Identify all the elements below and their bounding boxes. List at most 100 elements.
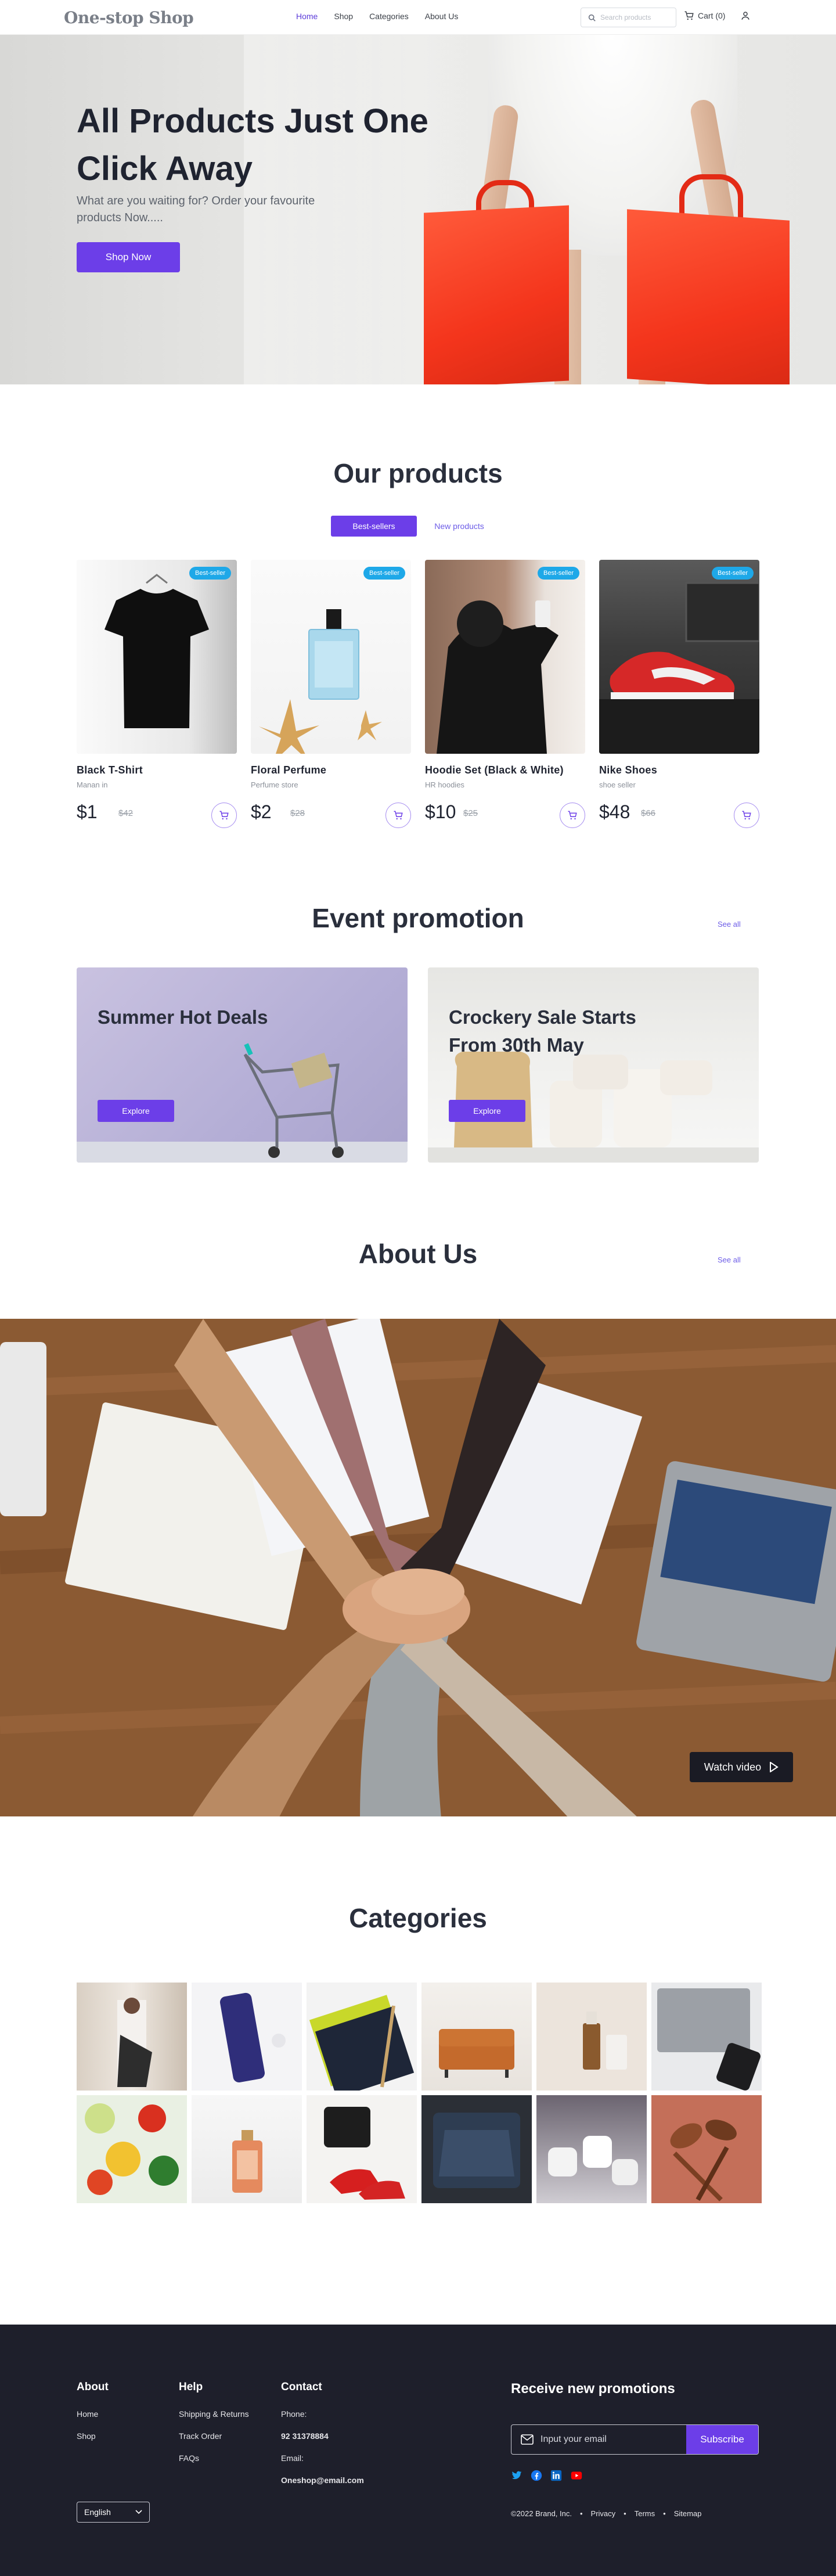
chevron-down-icon xyxy=(135,2510,142,2514)
explore-button[interactable]: Explore xyxy=(98,1100,174,1122)
search-input[interactable] xyxy=(600,13,670,21)
category-kitchenware[interactable] xyxy=(651,2095,762,2203)
footer-link-faqs[interactable]: FAQs xyxy=(179,2453,199,2463)
add-to-cart-button[interactable] xyxy=(734,803,759,828)
youtube-icon[interactable] xyxy=(570,2470,583,2481)
category-shoes-bags[interactable] xyxy=(307,2095,417,2203)
category-electronics[interactable] xyxy=(651,1983,762,2091)
footer-email-value[interactable]: Oneshop@email.com xyxy=(281,2476,364,2485)
product-card[interactable]: Best-seller Floral Perfume Perfume store… xyxy=(251,560,411,833)
search-icon xyxy=(588,14,596,21)
hero-banner: All Products Just One Click Away What ar… xyxy=(0,35,836,384)
bullet-separator: • xyxy=(579,2509,583,2518)
twitter-icon[interactable] xyxy=(511,2470,522,2481)
events-see-all-link[interactable]: See all xyxy=(718,920,741,929)
groceries-illustration xyxy=(85,2103,179,2195)
denim-illustration xyxy=(433,2113,520,2188)
crockery-illustration xyxy=(428,1052,759,1163)
cart-icon xyxy=(394,811,403,820)
shop-now-button[interactable]: Shop Now xyxy=(77,242,180,272)
tab-new-products[interactable]: New products xyxy=(421,516,497,537)
beauty-illustration xyxy=(583,2012,627,2070)
cart-button[interactable]: Cart (0) xyxy=(684,10,725,21)
footer-link-track-order[interactable]: Track Order xyxy=(179,2431,222,2441)
nav-link-shop[interactable]: Shop xyxy=(334,12,353,21)
language-value: English xyxy=(84,2507,111,2517)
hoodie-illustration xyxy=(437,600,558,754)
footer-about-heading: About xyxy=(77,2381,109,2393)
play-icon xyxy=(770,1762,779,1772)
event-card-crockery[interactable]: Crockery Sale Starts From 30th May Explo… xyxy=(428,967,759,1163)
user-account-button[interactable] xyxy=(740,10,751,24)
user-icon xyxy=(741,12,749,20)
best-seller-badge: Best-seller xyxy=(363,567,405,580)
cart-icon xyxy=(219,811,229,820)
footer-phone-value: 92 31378884 xyxy=(281,2431,329,2441)
best-seller-badge: Best-seller xyxy=(189,567,231,580)
skincare-illustration xyxy=(219,1992,286,2082)
category-denim[interactable] xyxy=(421,2095,532,2203)
footer-link-home[interactable]: Home xyxy=(77,2409,98,2419)
footer-link-shop[interactable]: Shop xyxy=(77,2431,96,2441)
explore-button[interactable]: Explore xyxy=(449,1100,525,1122)
shoes-bags-illustration xyxy=(324,2107,405,2200)
hero-title: All Products Just One Click Away xyxy=(77,102,428,188)
category-furniture[interactable] xyxy=(421,1983,532,2091)
category-groceries[interactable] xyxy=(77,2095,187,2203)
sitemap-link[interactable]: Sitemap xyxy=(674,2509,702,2518)
privacy-link[interactable]: Privacy xyxy=(591,2509,616,2518)
terms-link[interactable]: Terms xyxy=(635,2509,655,2518)
red-shopping-bag-right xyxy=(627,209,790,384)
newsletter-form: Subscribe xyxy=(511,2424,759,2455)
footer-phone-label: Phone: xyxy=(281,2409,307,2419)
footer-email-label: Email: xyxy=(281,2453,304,2463)
newsletter-email-input[interactable] xyxy=(534,2434,686,2445)
brand-logo[interactable]: One-stop Shop xyxy=(64,8,194,27)
category-fashion[interactable] xyxy=(77,1983,187,2091)
product-card[interactable]: Best-seller Black T-Shirt Manan in $1 $4… xyxy=(77,560,237,833)
nav-link-home[interactable]: Home xyxy=(296,12,318,21)
product-card[interactable]: Best-seller Nike Shoes shoe seller $48 $… xyxy=(599,560,759,833)
hero-subtitle: What are you waiting for? Order your fav… xyxy=(77,195,315,224)
shoes-illustration xyxy=(599,582,759,754)
team-hands-illustration xyxy=(0,1319,836,1816)
product-name: Hoodie Set (Black & White) xyxy=(425,764,564,776)
add-to-cart-button[interactable] xyxy=(211,803,237,828)
category-stationery[interactable] xyxy=(307,1983,417,2091)
linkedin-icon[interactable] xyxy=(550,2470,562,2481)
event-card-summer[interactable]: Summer Hot Deals Explore xyxy=(77,967,408,1163)
event-title: Summer Hot Deals xyxy=(98,1006,268,1028)
category-skincare[interactable] xyxy=(192,1983,302,2091)
product-old-price: $66 xyxy=(641,808,656,818)
copyright-text: ©2022 Brand, Inc. xyxy=(511,2509,572,2518)
add-to-cart-button[interactable] xyxy=(560,803,585,828)
events-title: Event promotion xyxy=(312,903,524,933)
perfume-illustration xyxy=(259,609,382,754)
footer-contact-heading: Contact xyxy=(281,2381,322,2393)
product-card[interactable]: Best-seller Hoodie Set (Black & White) H… xyxy=(425,560,585,833)
product-price: $10 xyxy=(425,801,456,822)
subscribe-button[interactable]: Subscribe xyxy=(686,2425,758,2454)
category-beauty[interactable] xyxy=(536,1983,647,2091)
product-old-price: $25 xyxy=(463,808,478,818)
about-see-all-link[interactable]: See all xyxy=(718,1255,741,1264)
nav-link-about-us[interactable]: About Us xyxy=(425,12,459,21)
tab-best-sellers[interactable]: Best-sellers xyxy=(331,516,417,537)
search-box xyxy=(581,8,676,27)
cart-icon xyxy=(684,11,694,20)
facebook-icon[interactable] xyxy=(531,2470,542,2481)
add-to-cart-button[interactable] xyxy=(385,803,411,828)
watch-video-button[interactable]: Watch video xyxy=(690,1752,793,1782)
product-price: $1 xyxy=(77,801,98,822)
language-select[interactable]: English xyxy=(77,2502,150,2523)
nav-link-categories[interactable]: Categories xyxy=(369,12,409,21)
category-tableware[interactable] xyxy=(536,2095,647,2203)
bullet-separator: • xyxy=(663,2509,666,2518)
watch-video-label: Watch video xyxy=(704,1761,762,1773)
footer-link-shipping[interactable]: Shipping & Returns xyxy=(179,2409,249,2419)
category-fragrance[interactable] xyxy=(192,2095,302,2203)
footer-help-heading: Help xyxy=(179,2381,203,2393)
shopping-cart-illustration xyxy=(77,1043,408,1163)
tableware-illustration xyxy=(548,2136,638,2185)
top-navbar: One-stop Shop Home Shop Categories About… xyxy=(0,0,836,35)
